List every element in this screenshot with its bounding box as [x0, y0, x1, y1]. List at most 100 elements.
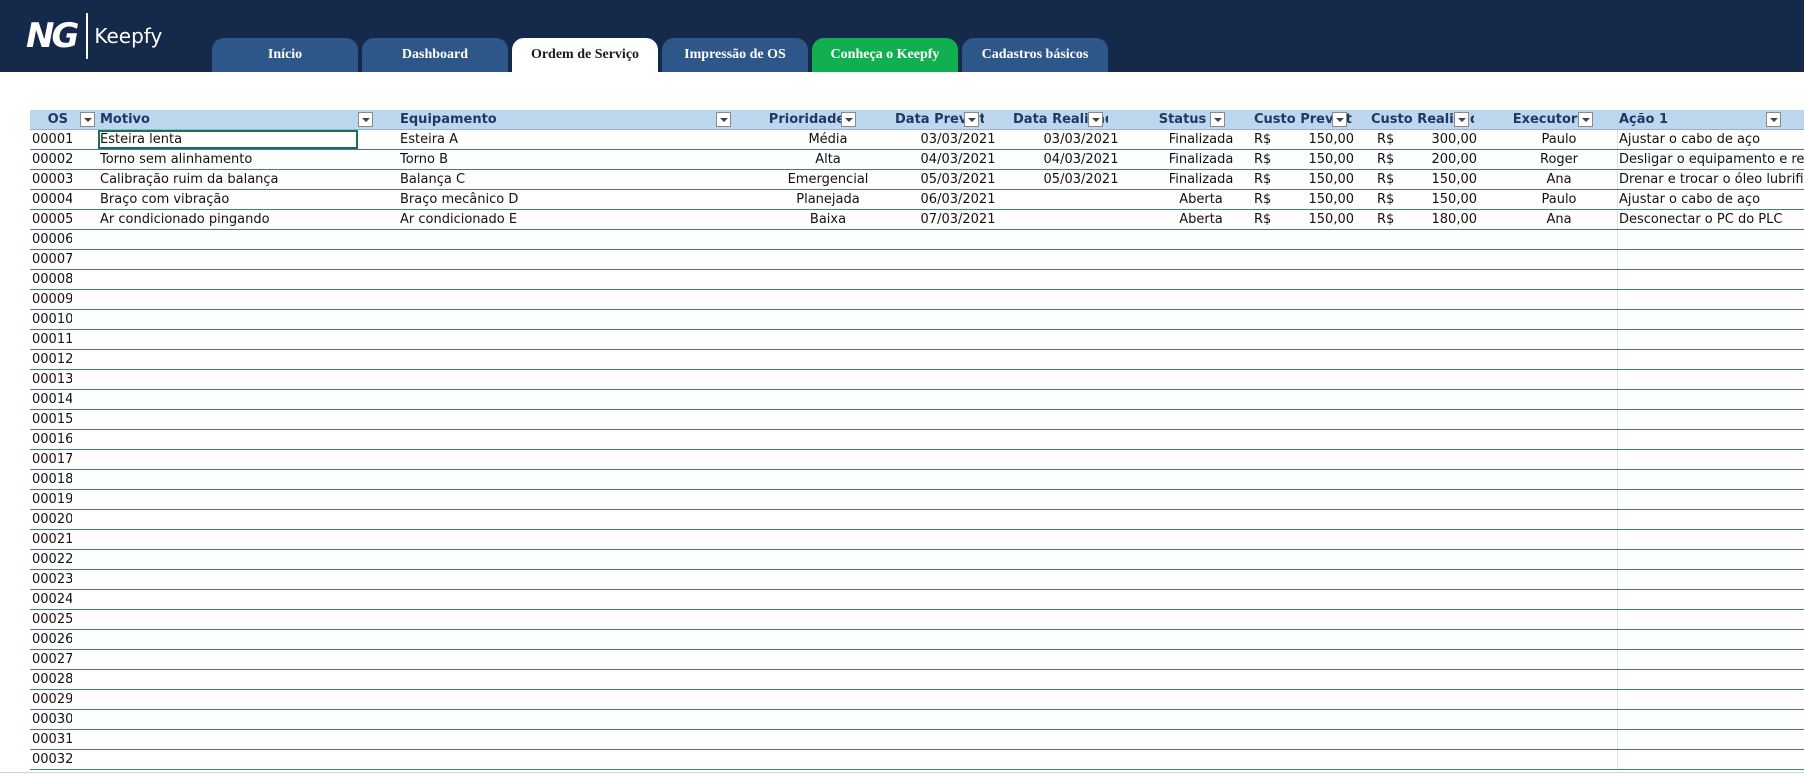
- data-realizada-cell[interactable]: 05/03/2021: [1026, 170, 1136, 189]
- os-cell[interactable]: 00031: [30, 730, 72, 749]
- os-cell[interactable]: 00027: [30, 650, 72, 669]
- os-cell[interactable]: 00024: [30, 590, 72, 609]
- os-cell[interactable]: 00005: [30, 210, 72, 229]
- tab-ordem-de-servico[interactable]: Ordem de Serviço: [512, 38, 658, 72]
- custo-realizado-cell[interactable]: 300,00: [1399, 130, 1479, 149]
- os-cell[interactable]: 00029: [30, 690, 72, 709]
- equipamento-cell[interactable]: Ar condicionado E: [398, 210, 698, 229]
- os-cell[interactable]: 00004: [30, 190, 72, 209]
- equipamento-cell[interactable]: Balança C: [398, 170, 698, 189]
- motivo-cell[interactable]: Braço com vibração: [98, 190, 358, 209]
- custo-realizado-cell[interactable]: 150,00: [1399, 170, 1479, 189]
- data-prevista-cell[interactable]: 06/03/2021: [903, 190, 1013, 209]
- motivo-cell[interactable]: Calibração ruim da balança: [98, 170, 358, 189]
- os-cell[interactable]: 00001: [30, 130, 72, 149]
- status-cell[interactable]: Finalizada: [1146, 150, 1256, 169]
- tab-impressao-de-os[interactable]: Impressão de OS: [662, 38, 808, 72]
- equipamento-cell[interactable]: Esteira A: [398, 130, 698, 149]
- os-cell[interactable]: 00032: [30, 750, 72, 769]
- col-custo-previsto-filter-dropdown-icon[interactable]: [1332, 112, 1347, 127]
- os-cell[interactable]: 00007: [30, 250, 72, 269]
- tab-conheca-o-keepfy[interactable]: Conheça o Keepfy: [812, 38, 958, 72]
- col-prioridade-filter-dropdown-icon[interactable]: [841, 112, 856, 127]
- prioridade-cell[interactable]: Planejada: [753, 190, 903, 209]
- col-custo-realizado-filter-dropdown-icon[interactable]: [1454, 112, 1469, 127]
- executor-cell[interactable]: Paulo: [1524, 130, 1594, 149]
- os-cell[interactable]: 00022: [30, 550, 72, 569]
- custo-realizado-cell[interactable]: 150,00: [1399, 190, 1479, 209]
- prioridade-cell[interactable]: Emergencial: [753, 170, 903, 189]
- data-realizada-cell[interactable]: 04/03/2021: [1026, 150, 1136, 169]
- os-cell[interactable]: 00006: [30, 230, 72, 249]
- data-prevista-cell[interactable]: 07/03/2021: [903, 210, 1013, 229]
- os-cell[interactable]: 00025: [30, 610, 72, 629]
- custo-previsto-cell[interactable]: 150,00: [1276, 150, 1356, 169]
- os-cell[interactable]: 00013: [30, 370, 72, 389]
- data-prevista-cell[interactable]: 05/03/2021: [903, 170, 1013, 189]
- data-realizada-cell[interactable]: [1026, 210, 1136, 229]
- col-acao-1-filter-dropdown-icon[interactable]: [1766, 112, 1781, 127]
- acao-1-cell[interactable]: Desligar o equipamento e recalibrar: [1617, 150, 1804, 169]
- data-prevista-cell[interactable]: 03/03/2021: [903, 130, 1013, 149]
- custo-previsto-cell[interactable]: 150,00: [1276, 210, 1356, 229]
- col-data-prevista-filter-dropdown-icon[interactable]: [964, 112, 979, 127]
- col-status-filter-dropdown-icon[interactable]: [1210, 112, 1225, 127]
- custo-realizado-cell[interactable]: 180,00: [1399, 210, 1479, 229]
- os-cell[interactable]: 00015: [30, 410, 72, 429]
- status-cell[interactable]: Aberta: [1146, 190, 1256, 209]
- col-data-realizada-filter-dropdown-icon[interactable]: [1088, 112, 1103, 127]
- os-cell[interactable]: 00008: [30, 270, 72, 289]
- motivo-cell[interactable]: Esteira lenta: [98, 130, 358, 149]
- custo-realizado-cell[interactable]: 200,00: [1399, 150, 1479, 169]
- data-prevista-cell[interactable]: 04/03/2021: [903, 150, 1013, 169]
- os-cell[interactable]: 00018: [30, 470, 72, 489]
- os-cell[interactable]: 00026: [30, 630, 72, 649]
- tab-cadastros-basicos[interactable]: Cadastros básicos: [962, 38, 1108, 72]
- prioridade-cell[interactable]: Média: [753, 130, 903, 149]
- custo-previsto-cell[interactable]: 150,00: [1276, 130, 1356, 149]
- table-row: 00023: [30, 570, 1804, 590]
- equipamento-cell[interactable]: Torno B: [398, 150, 698, 169]
- tab-inicio[interactable]: Início: [212, 38, 358, 72]
- os-cell[interactable]: 00012: [30, 350, 72, 369]
- os-cell[interactable]: 00019: [30, 490, 72, 509]
- os-cell[interactable]: 00011: [30, 330, 72, 349]
- tab-dashboard[interactable]: Dashboard: [362, 38, 508, 72]
- os-cell[interactable]: 00028: [30, 670, 72, 689]
- custo-previsto-cell[interactable]: 150,00: [1276, 190, 1356, 209]
- executor-cell[interactable]: Paulo: [1524, 190, 1594, 209]
- executor-cell[interactable]: Roger: [1524, 150, 1594, 169]
- os-cell[interactable]: 00014: [30, 390, 72, 409]
- os-cell[interactable]: 00002: [30, 150, 72, 169]
- os-cell[interactable]: 00003: [30, 170, 72, 189]
- os-cell[interactable]: 00016: [30, 430, 72, 449]
- col-equipamento-filter-dropdown-icon[interactable]: [716, 112, 731, 127]
- acao-1-cell[interactable]: Ajustar o cabo de aço: [1617, 130, 1804, 149]
- executor-cell[interactable]: Ana: [1524, 210, 1594, 229]
- motivo-cell[interactable]: Torno sem alinhamento: [98, 150, 358, 169]
- os-cell[interactable]: 00030: [30, 710, 72, 729]
- prioridade-cell[interactable]: Baixa: [753, 210, 903, 229]
- motivo-cell[interactable]: Ar condicionado pingando: [98, 210, 358, 229]
- status-cell[interactable]: Finalizada: [1146, 130, 1256, 149]
- col-executor-filter-dropdown-icon[interactable]: [1578, 112, 1593, 127]
- acao-1-cell[interactable]: Ajustar o cabo de aço: [1617, 190, 1804, 209]
- col-motivo-filter-dropdown-icon[interactable]: [358, 112, 373, 127]
- os-cell[interactable]: 00017: [30, 450, 72, 469]
- os-cell[interactable]: 00023: [30, 570, 72, 589]
- data-realizada-cell[interactable]: 03/03/2021: [1026, 130, 1136, 149]
- os-cell[interactable]: 00009: [30, 290, 72, 309]
- os-cell[interactable]: 00021: [30, 530, 72, 549]
- equipamento-cell[interactable]: Braço mecânico D: [398, 190, 698, 209]
- prioridade-cell[interactable]: Alta: [753, 150, 903, 169]
- executor-cell[interactable]: Ana: [1524, 170, 1594, 189]
- col-os-filter-dropdown-icon[interactable]: [80, 112, 95, 127]
- status-cell[interactable]: Aberta: [1146, 210, 1256, 229]
- custo-previsto-cell[interactable]: 150,00: [1276, 170, 1356, 189]
- acao-1-cell[interactable]: Desconectar o PC do PLC: [1617, 210, 1804, 229]
- status-cell[interactable]: Finalizada: [1146, 170, 1256, 189]
- os-cell[interactable]: 00020: [30, 510, 72, 529]
- os-cell[interactable]: 00010: [30, 310, 72, 329]
- acao-1-cell[interactable]: Drenar e trocar o óleo lubrificante: [1617, 170, 1804, 189]
- data-realizada-cell[interactable]: [1026, 190, 1136, 209]
